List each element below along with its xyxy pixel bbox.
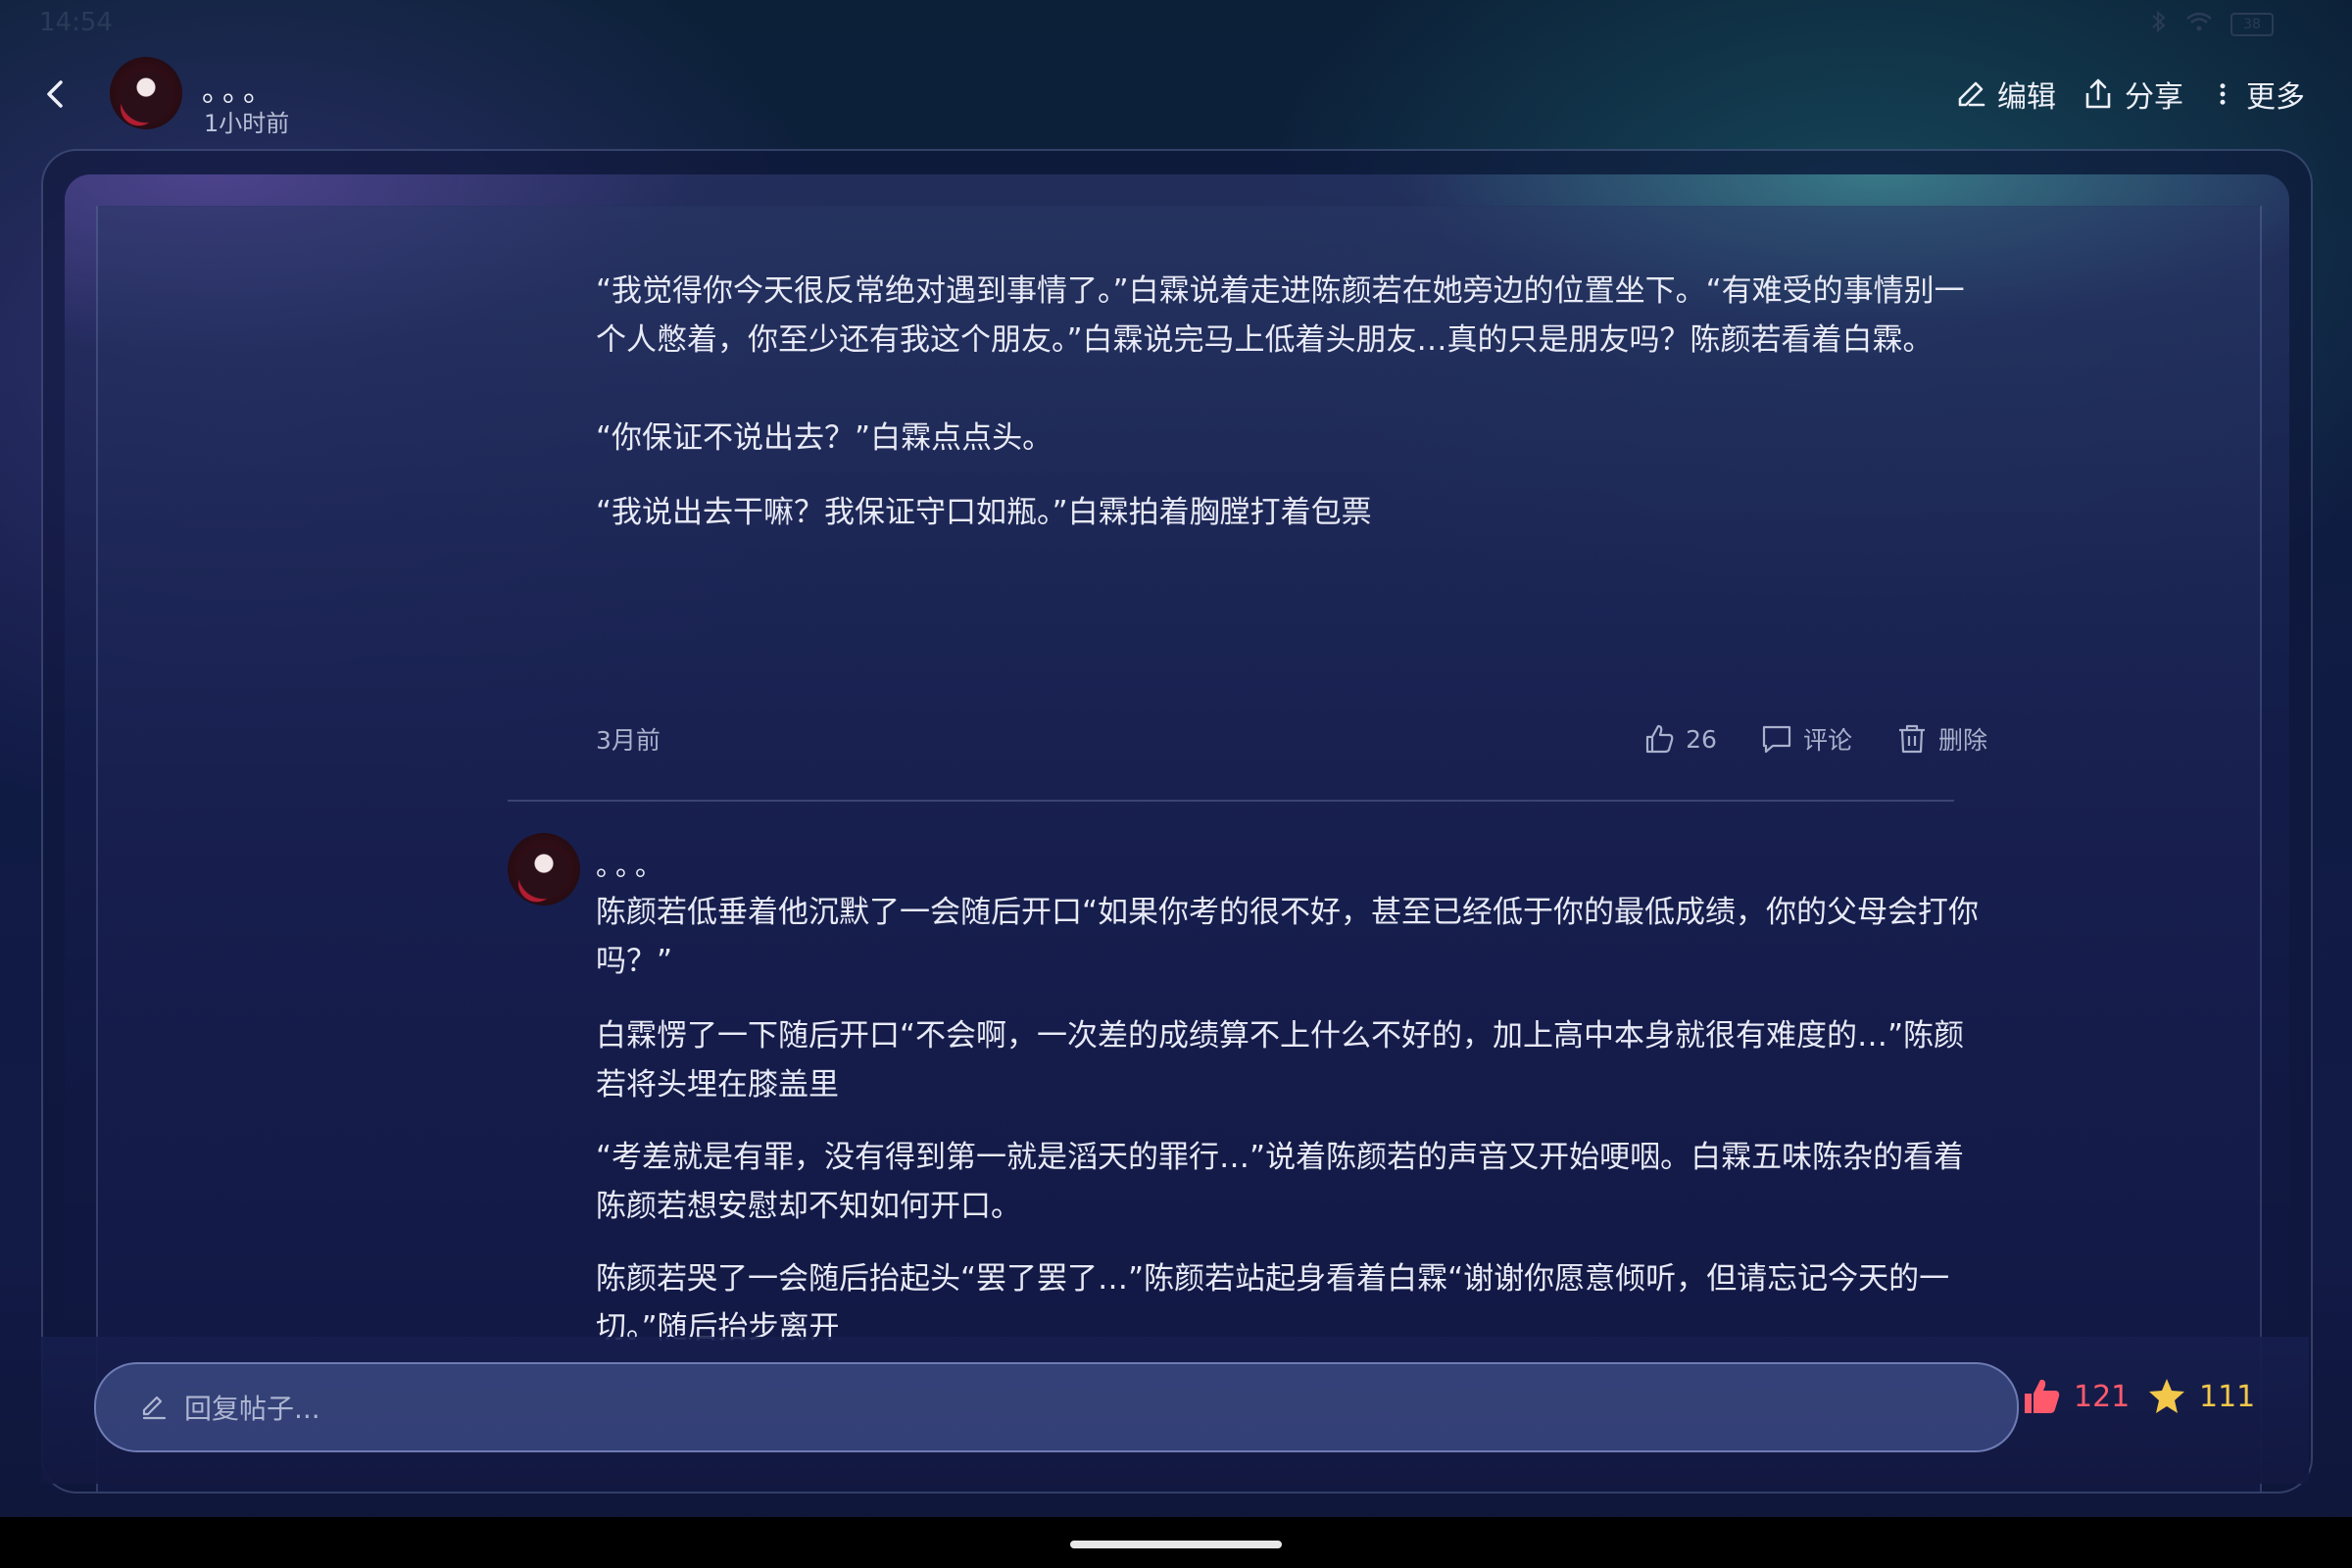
wifi-icon — [2185, 11, 2213, 38]
reply-paragraph: “考差就是有罪，没有得到第一就是滔天的罪行…”说着陈颜若的声音又开始哽咽。白霖五… — [596, 1140, 1965, 1224]
more-vertical-icon — [2220, 83, 2226, 105]
post-date: 3月前 — [596, 726, 661, 755]
post-like-count: 121 — [2074, 1379, 2131, 1414]
post-time: 1小时前 — [204, 110, 290, 137]
trash-icon — [1898, 724, 1925, 754]
star-icon — [2149, 1379, 2184, 1413]
more-label: 更多 — [2246, 80, 2305, 115]
delete-label: 删除 — [1937, 726, 1987, 755]
pencil-icon — [1958, 81, 1985, 107]
post-panel: “我觉得你今天很反常绝对遇到事情了。”白霖说着走进陈颜若在她旁边的位置坐下。“有… — [41, 149, 2313, 1494]
post-paragraph: “我说出去干嘛？我保证守口如瓶。”白霖拍着胸膛打着包票 — [596, 495, 1372, 530]
status-time: 14:54 — [39, 8, 113, 37]
reply-placeholder: 回复帖子... — [184, 1393, 320, 1425]
comment-icon — [1762, 725, 1791, 754]
delete-button[interactable]: 删除 — [1895, 721, 1987, 757]
pencil-icon — [142, 1396, 167, 1420]
post-paragraph: “你保证不说出去？”白霖点点头。 — [596, 420, 1054, 456]
reply-author-avatar[interactable] — [508, 833, 580, 906]
post-meta: 3月前 26 评论 删除 — [596, 719, 1987, 759]
battery-icon: 38 — [2230, 13, 2274, 36]
system-nav-bar — [0, 1517, 2352, 1568]
post-header: 。。。 1小时前 编辑 分享 更多 — [0, 47, 2352, 145]
share-label: 分享 — [2125, 80, 2183, 115]
share-icon — [2085, 78, 2111, 109]
favorite-count: 111 — [2199, 1379, 2256, 1414]
like-button[interactable]: 26 — [1642, 722, 1717, 756]
thumbs-up-filled-icon — [2025, 1379, 2060, 1413]
reply-paragraph: 白霖愣了一下随后开口“不会啊，一次差的成绩算不上什么不好的，加上高中本身就很有难… — [596, 1018, 1965, 1102]
thumbs-up-icon — [1646, 724, 1674, 754]
reply-paragraph: 陈颜若低垂着他沉默了一会随后开口“如果你考的很不好，甚至已经低于你的最低成绩，你… — [596, 895, 1980, 979]
like-count: 26 — [1686, 724, 1717, 754]
share-button[interactable]: 分享 — [2082, 73, 2183, 116]
status-bar: 14:54 38 — [0, 0, 2352, 47]
reply-author-name[interactable]: 。。。 — [596, 845, 668, 884]
post-content[interactable]: “我觉得你今天很反常绝对遇到事情了。”白霖说着走进陈颜若在她旁边的位置坐下。“有… — [96, 206, 2262, 1492]
post-actions: 26 评论 删除 — [1642, 721, 1987, 757]
header-actions: 编辑 分享 更多 — [1954, 73, 2305, 116]
comment-label: 评论 — [1802, 726, 1852, 755]
post-like-button[interactable]: 121 — [2021, 1376, 2130, 1417]
post-paragraph: “我觉得你今天很反常绝对遇到事情了。”白霖说着走进陈颜若在她旁边的位置坐下。“有… — [596, 273, 1965, 358]
more-button[interactable]: 更多 — [2209, 73, 2305, 116]
favorite-button[interactable]: 111 — [2146, 1376, 2255, 1417]
home-indicator[interactable] — [1070, 1541, 1282, 1548]
status-icons: 38 — [2150, 10, 2274, 39]
comment-button[interactable]: 评论 — [1760, 721, 1852, 757]
edit-label: 编辑 — [1997, 80, 2056, 115]
reply-input[interactable]: 回复帖子... — [94, 1362, 2019, 1452]
author-avatar[interactable] — [110, 57, 182, 129]
divider — [508, 800, 1954, 802]
bluetooth-icon — [2150, 10, 2168, 39]
edit-button[interactable]: 编辑 — [1954, 73, 2056, 116]
chevron-left-icon — [47, 80, 63, 108]
reply-bar: 回复帖子... 121 111 — [41, 1337, 2309, 1484]
back-button[interactable] — [37, 76, 73, 112]
